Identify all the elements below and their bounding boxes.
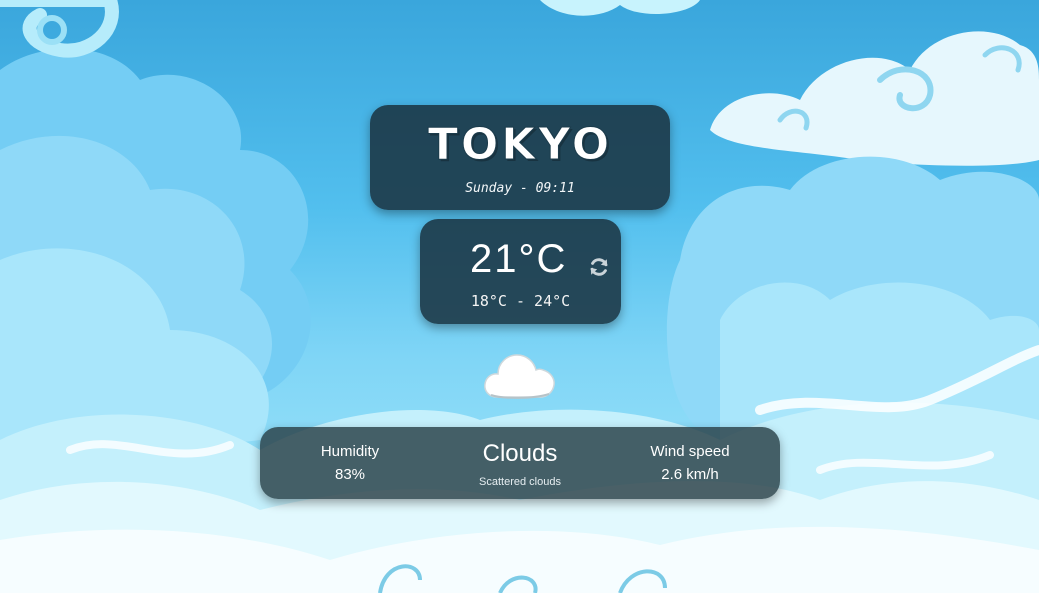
condition-block: Clouds Scattered clouds — [440, 427, 600, 488]
wind-speed-value: 2.6 km/h — [661, 466, 719, 483]
humidity-label: Humidity — [320, 443, 380, 460]
weather-condition: Clouds — [482, 440, 558, 467]
weather-app: TOKYO Sunday - 09:11 21°C 18°C - 24°C Hu… — [0, 0, 1039, 593]
day-time: Sunday - 09:11 — [465, 181, 575, 196]
refresh-icon[interactable] — [588, 256, 610, 278]
current-temperature: 21°C — [470, 237, 568, 281]
cloud-icon — [484, 354, 555, 399]
humidity-block: Humidity 83% — [300, 427, 400, 483]
weather-description: Scattered clouds — [479, 476, 561, 488]
temperature-card: 21°C 18°C - 24°C — [420, 219, 621, 324]
temperature-range: 18°C - 24°C — [470, 292, 571, 310]
humidity-value: 83% — [334, 466, 366, 483]
city-name: TOKYO — [427, 119, 613, 171]
wind-speed-label: Wind speed — [650, 443, 730, 460]
wind-block: Wind speed 2.6 km/h — [630, 427, 750, 483]
city-card: TOKYO Sunday - 09:11 — [370, 105, 670, 210]
details-card: Humidity 83% Clouds Scattered clouds Win… — [260, 427, 780, 499]
